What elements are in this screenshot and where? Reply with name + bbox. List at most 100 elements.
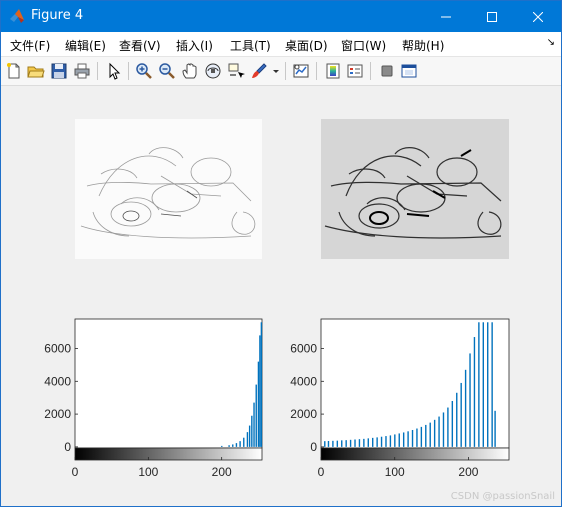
histogram-bar <box>255 384 257 447</box>
histogram-bar <box>442 412 445 447</box>
histogram-bar <box>494 410 496 447</box>
histogram-bar <box>482 322 484 447</box>
figure-toolbar <box>1 57 561 86</box>
watermark: CSDN @passionSnail <box>450 491 555 502</box>
menu-help[interactable]: 帮助(H) <box>402 37 444 54</box>
show-plot-tools-icon[interactable] <box>400 62 418 80</box>
histogram-bar <box>259 335 261 447</box>
histogram-bar <box>429 422 431 447</box>
histogram-bar <box>420 426 423 447</box>
figure-window: Figure 4 文件(F) 编辑(E) 查看(V) 插入(I) 工具(T) 桌… <box>0 0 562 507</box>
histogram-bar <box>451 400 454 447</box>
histogram-bar <box>385 436 387 447</box>
window-title: Figure 4 <box>31 8 84 23</box>
link-plot-icon[interactable] <box>292 62 310 80</box>
histogram-bar <box>447 407 449 447</box>
histogram-bar <box>221 445 223 447</box>
brush-icon[interactable] <box>250 62 268 80</box>
pan-icon[interactable] <box>181 62 199 80</box>
histogram-bar <box>473 337 476 447</box>
histogram-bar <box>345 440 347 447</box>
close-button[interactable] <box>515 1 561 32</box>
histogram-bar <box>425 424 427 447</box>
image-axes-2 <box>321 119 509 259</box>
save-icon[interactable] <box>50 62 68 80</box>
x-tick-label: 200 <box>458 465 478 479</box>
histogram-1-colorbar <box>74 447 263 461</box>
histogram-bar <box>478 322 480 447</box>
histogram-bar <box>363 438 365 447</box>
histogram-bar <box>372 437 374 447</box>
toolbar-separator <box>370 62 371 80</box>
menu-edit[interactable]: 编辑(E) <box>65 37 106 54</box>
menu-window[interactable]: 窗口(W) <box>341 37 386 54</box>
histogram-bar <box>376 437 378 447</box>
menu-tools[interactable]: 工具(T) <box>230 37 271 54</box>
histogram-bar <box>456 392 458 447</box>
histogram-bar <box>341 440 343 447</box>
histogram-axes-1: 0 2000 4000 6000 0 100 200 <box>44 318 263 479</box>
histogram-bar <box>235 443 238 447</box>
close-icon <box>533 11 543 22</box>
colorbar-icon[interactable] <box>324 62 342 80</box>
menu-overflow-icon[interactable]: ↘ <box>547 37 555 48</box>
y-tick-label: 0 <box>310 440 317 454</box>
zoom-out-icon[interactable] <box>158 62 176 80</box>
print-icon[interactable] <box>73 62 91 80</box>
histogram-bar <box>354 439 356 447</box>
histogram-2-plot-box <box>320 318 510 449</box>
histogram-bar <box>433 419 436 447</box>
zoom-in-icon[interactable] <box>135 62 153 80</box>
histogram-bar <box>324 441 326 447</box>
minimize-button[interactable] <box>423 1 469 32</box>
histogram-bar <box>464 369 467 447</box>
histogram-bar <box>411 429 414 447</box>
histogram-bar <box>416 428 418 447</box>
menu-desktop[interactable]: 桌面(D) <box>285 37 328 54</box>
histogram-bar <box>438 416 440 447</box>
x-tick-label: 0 <box>72 465 79 479</box>
maximize-button[interactable] <box>469 1 515 32</box>
histogram-bar <box>367 438 369 447</box>
histogram-bar <box>243 437 245 447</box>
histogram-bar <box>327 440 330 447</box>
menu-insert[interactable]: 插入(I) <box>176 37 213 54</box>
toolbar-separator <box>316 62 317 80</box>
histogram-bar <box>232 444 234 447</box>
toolbar-separator <box>285 62 286 80</box>
histogram-axes-2: 0 2000 4000 6000 0 100 200 <box>290 318 510 479</box>
open-file-icon[interactable] <box>27 62 45 80</box>
histogram-bar <box>389 435 392 447</box>
x-tick-label: 200 <box>212 465 232 479</box>
histogram-bar <box>349 439 352 447</box>
y-tick-label: 2000 <box>44 407 71 421</box>
data-cursor-icon[interactable] <box>227 62 245 80</box>
y-tick-label: 6000 <box>290 342 317 356</box>
menu-view[interactable]: 查看(V) <box>119 37 161 54</box>
x-tick-label: 0 <box>318 465 325 479</box>
legend-icon[interactable] <box>346 62 364 80</box>
minimize-icon <box>441 16 451 17</box>
new-figure-icon[interactable] <box>5 62 23 80</box>
menu-file[interactable]: 文件(F) <box>10 37 50 54</box>
histogram-bar <box>336 440 339 447</box>
x-tick-label: 100 <box>138 465 158 479</box>
matlab-logo-icon <box>9 8 25 24</box>
histogram-bar <box>253 402 255 447</box>
histogram-bar <box>487 322 489 447</box>
title-bar[interactable]: Figure 4 <box>1 1 561 32</box>
image-axes-1 <box>75 119 262 259</box>
y-tick-label: 4000 <box>290 374 317 388</box>
figure-canvas[interactable]: 0 2000 4000 6000 0 100 200 0 2000 4000 6000 0 100… <box>1 86 561 506</box>
histogram-bar <box>358 439 361 447</box>
hide-plot-tools-icon[interactable] <box>378 62 396 80</box>
maximize-icon <box>487 11 497 22</box>
brush-dropdown-icon[interactable] <box>271 62 281 80</box>
y-tick-label: 0 <box>64 440 71 454</box>
plots-area: 0 2000 4000 6000 0 100 200 0 2000 4000 6000 0 100… <box>44 119 510 479</box>
y-tick-label: 4000 <box>44 374 71 388</box>
histogram-bar <box>460 382 462 447</box>
x-tick-label: 100 <box>385 465 405 479</box>
rotate-3d-icon[interactable] <box>204 62 222 80</box>
select-arrow-icon[interactable] <box>105 62 123 80</box>
